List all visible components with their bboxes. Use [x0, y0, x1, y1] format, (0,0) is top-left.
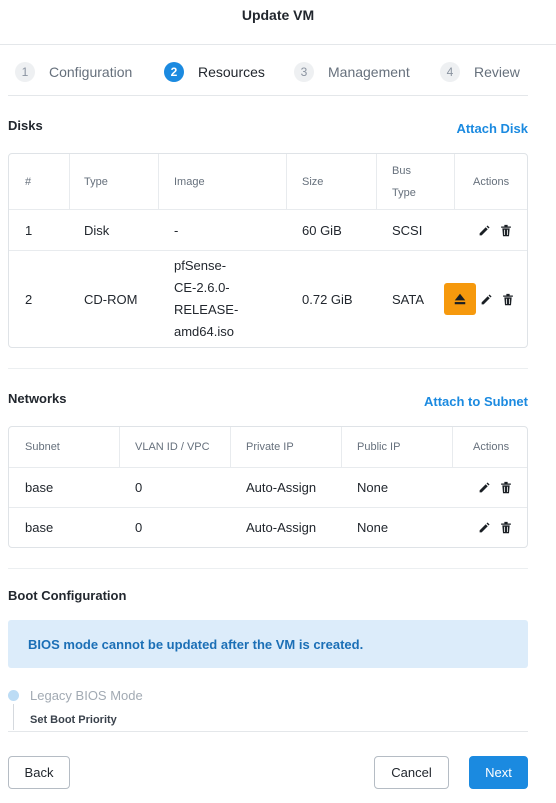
attach-disk-link[interactable]: Attach Disk	[456, 121, 528, 136]
networks-table-header: Subnet VLAN ID / VPC Private IP Public I…	[9, 427, 527, 467]
modal-title: Update VM	[241, 7, 315, 23]
boot-section-title: Boot Configuration	[8, 588, 127, 603]
disk-image-line: CE-2.6.0-	[174, 280, 230, 295]
net-public-ip: None	[357, 520, 389, 535]
pencil-icon[interactable]	[476, 222, 492, 238]
disk-image-line: amd64.iso	[174, 324, 234, 339]
trash-icon[interactable]	[500, 291, 516, 307]
table-row: base 0 Auto-Assign None	[9, 507, 527, 547]
tree-connector	[13, 704, 14, 730]
section-divider	[8, 368, 528, 369]
disks-section-title: Disks	[8, 118, 43, 133]
header-bus-line1: Bus	[392, 164, 411, 177]
step-number: 1	[15, 62, 35, 82]
set-boot-priority-label: Set Boot Priority	[30, 714, 117, 726]
net-vlan: 0	[135, 480, 143, 495]
step-number: 4	[440, 62, 460, 82]
header-size: Size	[302, 175, 324, 188]
wizard-stepper: 1 Configuration 2 Resources 3 Management…	[0, 58, 556, 86]
section-divider	[8, 568, 528, 569]
header-actions: Actions	[473, 441, 510, 453]
trash-icon[interactable]	[498, 222, 514, 238]
disk-image: pfSense- CE-2.6.0- RELEASE- amd64.iso	[174, 251, 238, 347]
step-number: 2	[164, 62, 184, 82]
net-private-ip: Auto-Assign	[246, 520, 317, 535]
disk-type: Disk	[84, 222, 110, 238]
disk-image-line: pfSense-	[174, 258, 227, 273]
row-actions	[476, 210, 514, 250]
step-configuration[interactable]: 1 Configuration	[15, 58, 132, 86]
back-button[interactable]: Back	[8, 756, 70, 789]
disk-image-line: RELEASE-	[174, 302, 239, 317]
cancel-button[interactable]: Cancel	[374, 756, 449, 789]
header-bus-type: Bus Type	[392, 154, 416, 209]
row-actions	[444, 251, 516, 347]
bios-info-banner: BIOS mode cannot be updated after the VM…	[8, 620, 528, 668]
disk-num: 1	[25, 222, 33, 238]
header-num: #	[25, 175, 32, 188]
disks-table-header: # Type Image Size Bus Type Actions	[9, 154, 527, 209]
pencil-icon[interactable]	[476, 520, 492, 536]
next-button[interactable]: Next	[469, 756, 528, 789]
networks-table: Subnet VLAN ID / VPC Private IP Public I…	[8, 426, 528, 548]
header-image: Image	[174, 175, 205, 188]
disk-bus: SCSI	[392, 222, 423, 238]
table-row: base 0 Auto-Assign None	[9, 467, 527, 507]
header-public-ip: Public IP	[357, 441, 401, 453]
disks-table: # Type Image Size Bus Type Actions 1 Dis…	[8, 153, 528, 348]
eject-icon[interactable]	[444, 283, 476, 315]
header-private-ip: Private IP	[246, 441, 294, 453]
legacy-bios-radio[interactable]	[8, 690, 19, 701]
header-type: Type	[84, 175, 108, 188]
disk-image: -	[174, 222, 179, 238]
step-label: Review	[474, 64, 520, 80]
step-label: Resources	[198, 64, 265, 80]
header-vlan: VLAN ID / VPC	[135, 441, 210, 453]
net-private-ip: Auto-Assign	[246, 480, 317, 495]
row-actions	[476, 468, 514, 507]
header-divider	[0, 44, 556, 45]
disk-bus: SATA	[392, 291, 425, 307]
header-actions: Actions	[473, 175, 510, 188]
header-bus-line2: Type	[392, 186, 416, 199]
net-vlan: 0	[135, 520, 143, 535]
trash-icon[interactable]	[498, 520, 514, 536]
pencil-icon[interactable]	[478, 291, 494, 307]
disk-num: 2	[25, 291, 33, 307]
footer-divider	[8, 731, 528, 732]
net-subnet: base	[25, 480, 54, 495]
table-row: 2 CD-ROM pfSense- CE-2.6.0- RELEASE- amd…	[9, 250, 527, 347]
attach-subnet-link[interactable]: Attach to Subnet	[424, 394, 528, 409]
stepper-divider	[8, 95, 528, 96]
step-number: 3	[294, 62, 314, 82]
net-subnet: base	[25, 520, 54, 535]
step-label: Management	[328, 64, 410, 80]
trash-icon[interactable]	[498, 480, 514, 496]
disk-size: 60 GiB	[302, 222, 342, 238]
net-public-ip: None	[357, 480, 389, 495]
disk-type: CD-ROM	[84, 291, 138, 307]
step-management[interactable]: 3 Management	[294, 58, 410, 86]
table-row: 1 Disk - 60 GiB SCSI	[9, 209, 527, 250]
header-subnet: Subnet	[25, 441, 60, 453]
row-actions	[476, 508, 514, 547]
step-review[interactable]: 4 Review	[440, 58, 520, 86]
step-resources[interactable]: 2 Resources	[164, 58, 265, 86]
disk-size: 0.72 GiB	[302, 291, 353, 307]
networks-section-title: Networks	[8, 391, 67, 406]
legacy-bios-label: Legacy BIOS Mode	[30, 688, 143, 703]
pencil-icon[interactable]	[476, 480, 492, 496]
step-label: Configuration	[49, 64, 133, 80]
